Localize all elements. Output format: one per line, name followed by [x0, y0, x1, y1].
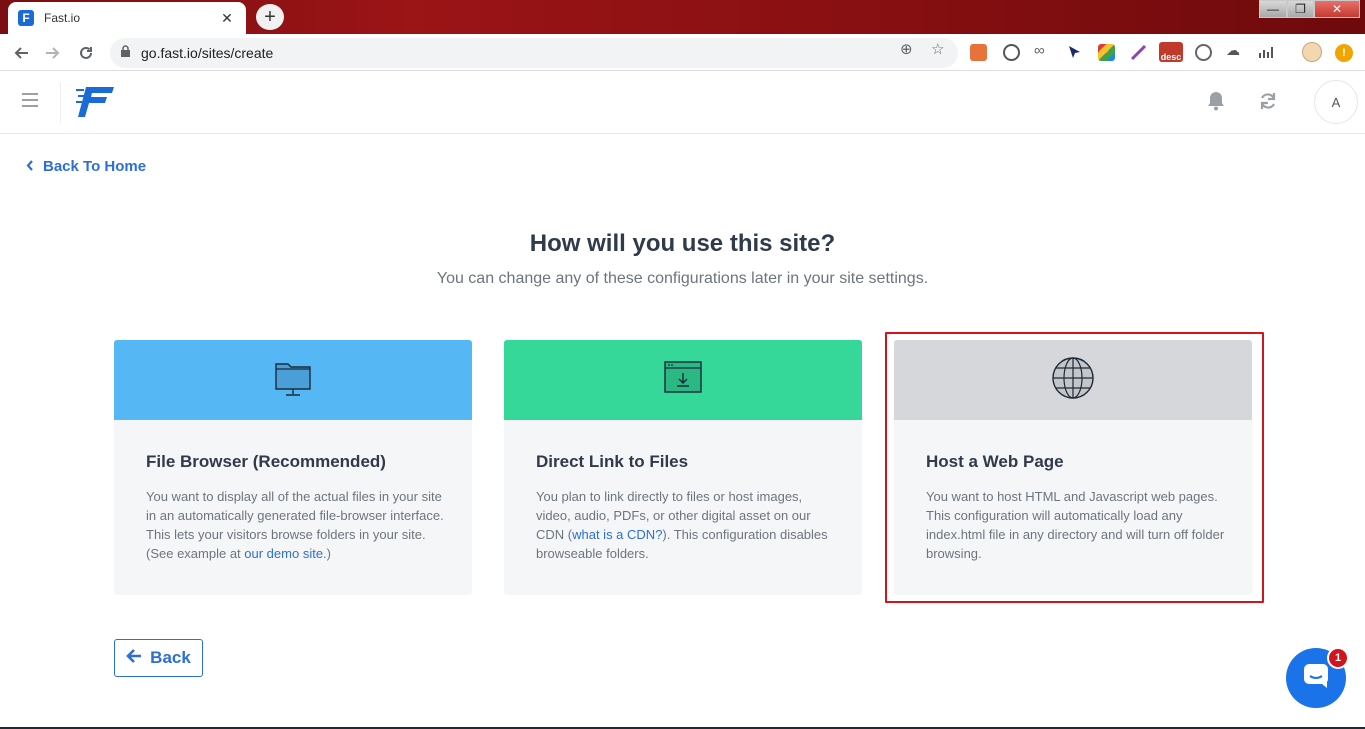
- back-arrow-icon[interactable]: [8, 40, 34, 66]
- notifications-bell-icon[interactable]: [1207, 91, 1225, 111]
- arrow-left-icon: [126, 648, 142, 668]
- tab-title: Fast.io: [44, 11, 81, 25]
- back-button-label: Back: [150, 648, 191, 667]
- card-description: You want to display all of the actual fi…: [146, 487, 446, 563]
- back-to-home-link[interactable]: Back To Home: [26, 158, 146, 175]
- browser-titlebar: F Fast.io ✕ + — ❐ ✕: [0, 0, 1365, 34]
- card-title: Direct Link to Files: [536, 452, 689, 471]
- download-window-icon: [663, 360, 703, 401]
- card-band: [504, 340, 862, 420]
- card-band: [114, 340, 472, 420]
- reload-icon[interactable]: [73, 40, 99, 66]
- feather-icon[interactable]: [1130, 44, 1147, 61]
- chat-unread-badge: 1: [1327, 647, 1349, 669]
- user-avatar[interactable]: A: [1314, 80, 1358, 124]
- option-card-direct-link[interactable]: Direct Link to Files You plan to link di…: [504, 340, 862, 595]
- fastio-logo[interactable]: [76, 85, 116, 119]
- header-divider: [60, 83, 61, 123]
- sync-icon[interactable]: [1258, 91, 1278, 111]
- bookmark-star-icon[interactable]: ☆: [931, 40, 944, 58]
- zoom-plus-icon[interactable]: ⊕: [900, 40, 913, 58]
- chart-extension-icon[interactable]: [1258, 44, 1275, 61]
- back-to-home-label: Back To Home: [43, 158, 147, 175]
- address-bar[interactable]: go.fast.io/sites/create: [110, 38, 958, 68]
- new-tab-button[interactable]: +: [256, 4, 284, 30]
- page-title: How will you use this site?: [529, 230, 836, 257]
- circle-extension-icon[interactable]: [1195, 44, 1212, 61]
- what-is-cdn-link[interactable]: what is a CDN?: [572, 527, 662, 542]
- desc-extension-icon[interactable]: desc: [1159, 42, 1183, 62]
- cloud-icon[interactable]: ☁: [1226, 42, 1243, 59]
- extension-icon[interactable]: [970, 44, 987, 61]
- selection-highlight-box: [885, 332, 1264, 603]
- cursor-icon[interactable]: [1066, 44, 1083, 61]
- back-button[interactable]: Back: [114, 639, 203, 677]
- infinity-icon[interactable]: ∞: [1034, 42, 1051, 59]
- window-close-button[interactable]: ✕: [1314, 0, 1360, 18]
- menu-hamburger-icon[interactable]: [22, 93, 38, 107]
- card-description: You plan to link directly to files or ho…: [536, 487, 836, 563]
- chat-bubble-icon: [1302, 662, 1330, 695]
- app-header: A: [0, 71, 1365, 134]
- profile-avatar-icon[interactable]: [1302, 42, 1322, 62]
- folder-monitor-icon: [273, 358, 313, 403]
- card-title: File Browser (Recommended): [146, 452, 386, 471]
- url-text: go.fast.io/sites/create: [141, 45, 274, 61]
- update-alert-icon[interactable]: !: [1335, 44, 1353, 62]
- color-palette-icon[interactable]: [1098, 44, 1115, 61]
- tab-close-icon[interactable]: ✕: [218, 10, 236, 27]
- demo-site-link[interactable]: our demo site: [244, 546, 323, 561]
- window-maximize-button[interactable]: ❐: [1287, 0, 1314, 18]
- lock-icon: [120, 45, 131, 61]
- card-description-end: .): [323, 546, 331, 561]
- option-card-file-browser[interactable]: File Browser (Recommended) You want to d…: [114, 340, 472, 595]
- forward-arrow-icon[interactable]: [40, 40, 66, 66]
- browser-toolbar: go.fast.io/sites/create ⊕ ☆ ∞ desc ☁ !: [0, 34, 1365, 71]
- browser-tab[interactable]: F Fast.io ✕: [8, 2, 246, 34]
- speed-gauge-icon[interactable]: [1003, 44, 1020, 61]
- fastio-favicon-icon: F: [18, 10, 34, 26]
- page-subtitle: You can change any of these configuratio…: [436, 270, 929, 287]
- window-minimize-button[interactable]: —: [1259, 0, 1287, 18]
- chevron-left-icon: [26, 159, 34, 174]
